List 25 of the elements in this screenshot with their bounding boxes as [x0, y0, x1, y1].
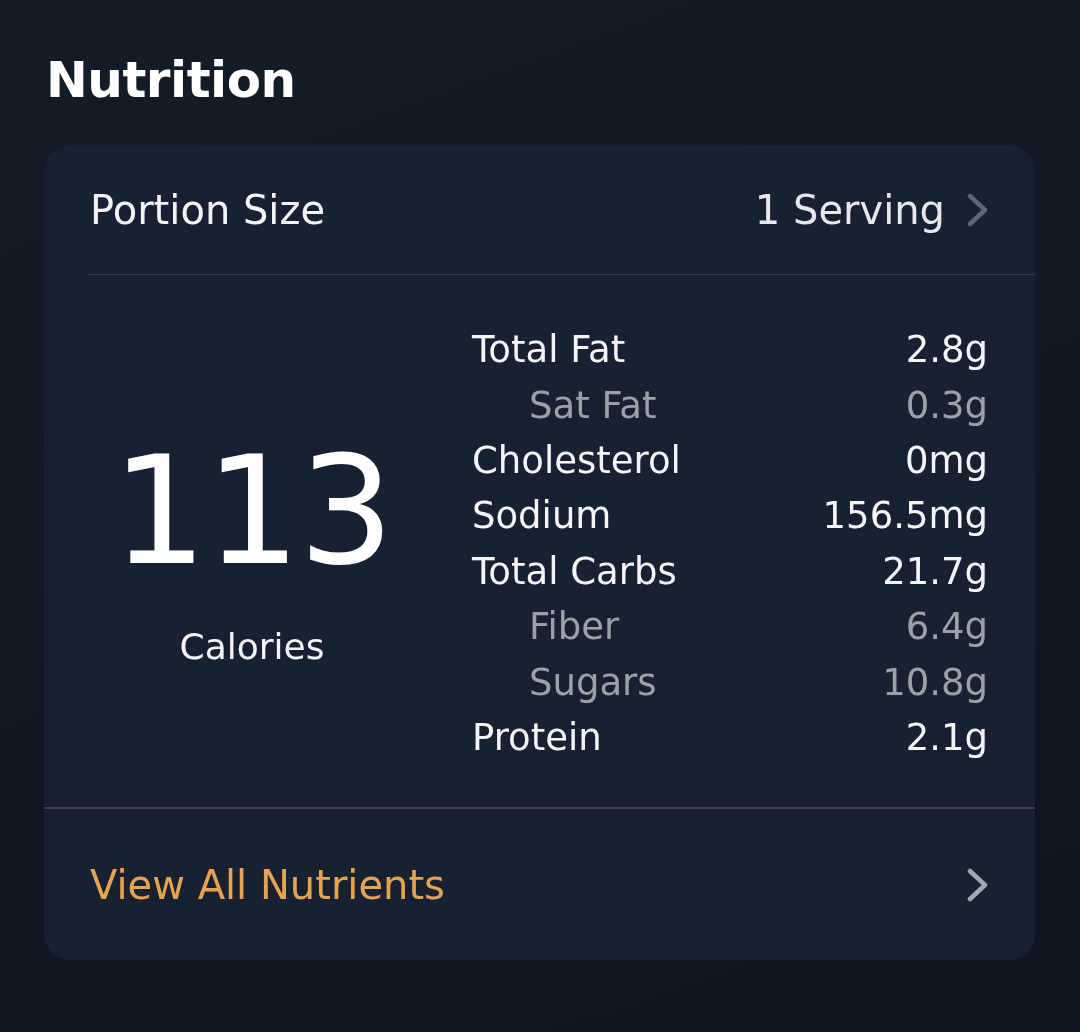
nutrient-name: Sugars	[529, 660, 657, 704]
nutrient-amount: 21.7g	[882, 549, 988, 593]
nutrient-amount: 6.4g	[905, 605, 988, 649]
portion-value: 1 Serving	[754, 186, 945, 233]
calories-label: Calories	[179, 625, 325, 667]
chevron-right-icon	[967, 867, 989, 902]
nutrient-name: Cholesterol	[472, 438, 681, 482]
portion-label: Portion Size	[90, 186, 326, 233]
section-title: Nutrition	[46, 51, 296, 109]
nutrient-name: Sat Fat	[529, 383, 657, 427]
nutrient-amount: 0.3g	[905, 383, 988, 427]
view-all-nutrients-link[interactable]: View All Nutrients	[90, 861, 445, 908]
nutrient-amount: 10.8g	[882, 660, 988, 704]
nutrient-name: Protein	[472, 715, 602, 759]
portion-size-row[interactable]: Portion Size 1 Serving	[88, 145, 1035, 275]
nutrient-name: Total Carbs	[472, 549, 677, 593]
chevron-right-icon	[967, 192, 989, 227]
nutrient-name: Sodium	[472, 494, 612, 538]
calories-value: 113	[111, 435, 393, 586]
nutrient-name: Fiber	[529, 605, 620, 649]
nutrient-amount: 2.1g	[905, 715, 988, 759]
nutrient-name: Total Fat	[472, 328, 626, 372]
nutrient-amount: 0mg	[904, 438, 988, 482]
nutrient-amount: 2.8g	[905, 328, 988, 372]
nutrient-amount: 156.5mg	[822, 494, 988, 538]
